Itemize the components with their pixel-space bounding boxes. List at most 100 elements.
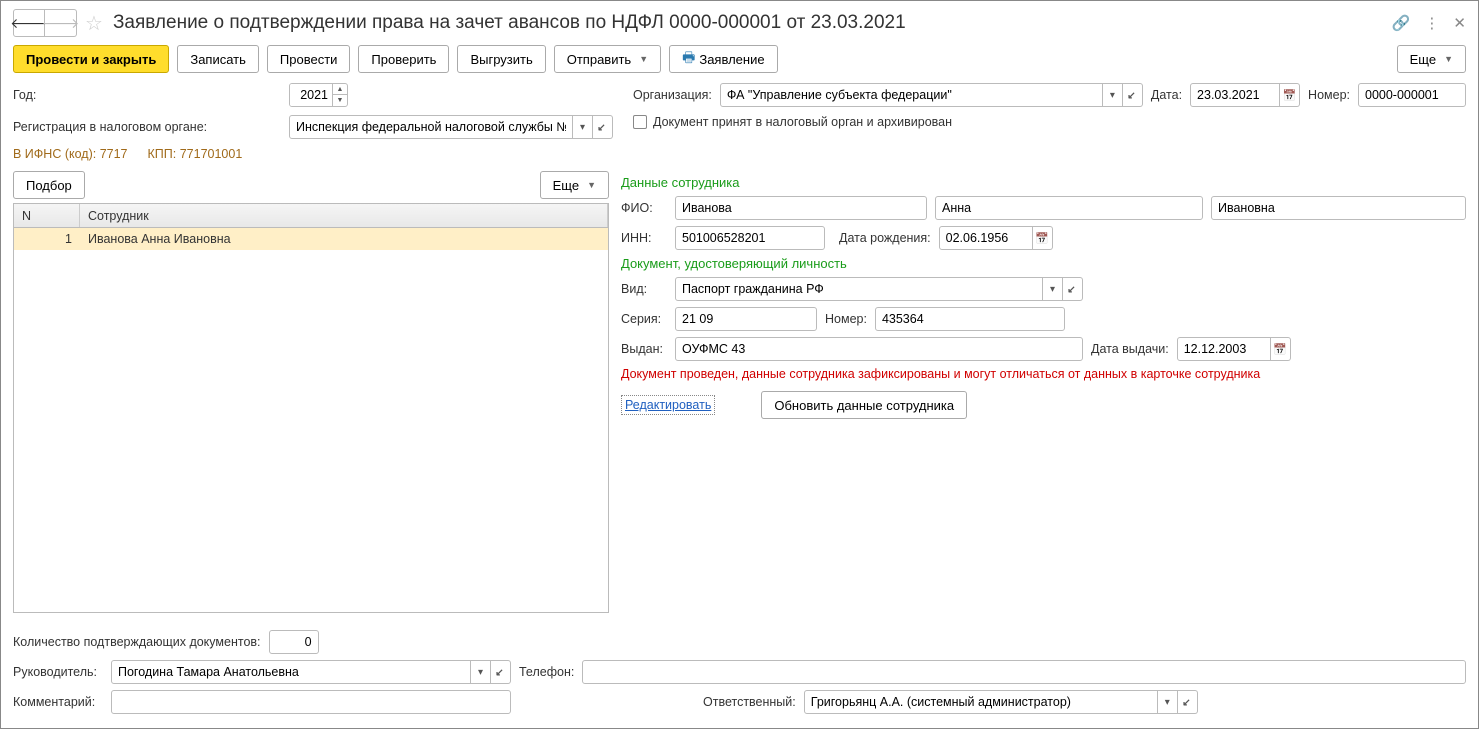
fio-label: ФИО: <box>621 201 667 215</box>
export-button[interactable]: Выгрузить <box>457 45 545 73</box>
col-n-header[interactable]: N <box>14 204 80 227</box>
comment-input[interactable] <box>111 690 511 714</box>
dropdown-icon[interactable]: ▾ <box>1158 690 1178 714</box>
doc-number-label: Номер: <box>825 312 867 326</box>
col-employee-header[interactable]: Сотрудник <box>80 204 608 227</box>
kebab-menu-icon[interactable]: ⋮ <box>1424 14 1439 32</box>
number-label: Номер: <box>1308 88 1350 102</box>
more-button[interactable]: Еще ▼ <box>1397 45 1466 73</box>
open-icon[interactable] <box>593 115 613 139</box>
post-button[interactable]: Провести <box>267 45 351 73</box>
employee-section-title: Данные сотрудника <box>621 175 1466 190</box>
responsible-input[interactable] <box>804 690 1158 714</box>
firstname-input[interactable] <box>935 196 1203 220</box>
archived-label: Документ принят в налоговый орган и архи… <box>653 115 952 129</box>
edit-link[interactable]: Редактировать <box>621 395 715 415</box>
chevron-down-icon: ▼ <box>1444 54 1453 64</box>
year-input[interactable] <box>290 84 332 106</box>
open-icon[interactable] <box>1123 83 1143 107</box>
more-small-label: Еще <box>553 178 579 193</box>
doc-count-label: Количество подтверждающих документов: <box>13 635 261 649</box>
birth-input[interactable] <box>939 226 1033 250</box>
doc-type-input[interactable] <box>675 277 1043 301</box>
calendar-icon[interactable] <box>1033 226 1053 250</box>
dropdown-icon[interactable]: ▾ <box>573 115 593 139</box>
more-small-button[interactable]: Еще ▼ <box>540 171 609 199</box>
doc-issue-date-input[interactable] <box>1177 337 1271 361</box>
doc-count-input[interactable] <box>269 630 319 654</box>
check-button[interactable]: Проверить <box>358 45 449 73</box>
nav-back-button[interactable]: 🡐 <box>13 9 45 37</box>
phone-label: Телефон: <box>519 665 574 679</box>
send-button-label: Отправить <box>567 52 631 67</box>
document-section-title: Документ, удостоверяющий личность <box>621 256 1466 271</box>
printer-icon: 🖶 <box>682 47 695 71</box>
year-spinner[interactable]: ▲▼ <box>289 83 348 107</box>
table-row[interactable]: 1 Иванова Анна Ивановна <box>14 228 608 250</box>
send-button[interactable]: Отправить ▼ <box>554 45 661 73</box>
manager-label: Руководитель: <box>13 665 103 679</box>
dropdown-icon[interactable]: ▾ <box>1043 277 1063 301</box>
manager-input[interactable] <box>111 660 471 684</box>
year-label: Год: <box>13 88 281 102</box>
doc-type-label: Вид: <box>621 282 667 296</box>
nav-forward-button[interactable]: 🡒 <box>45 9 77 37</box>
cell-employee: Иванова Анна Ивановна <box>80 228 608 250</box>
doc-series-input[interactable] <box>675 307 817 331</box>
page-title: Заявление о подтверждении права на зачет… <box>113 12 1386 34</box>
table-header: N Сотрудник <box>14 204 608 228</box>
birth-label: Дата рождения: <box>839 231 931 245</box>
lastname-input[interactable] <box>675 196 927 220</box>
dropdown-icon[interactable]: ▾ <box>1103 83 1123 107</box>
close-icon[interactable]: ✕ <box>1453 14 1466 32</box>
calendar-icon[interactable] <box>1271 337 1291 361</box>
footer: Количество подтверждающих документов: Ру… <box>13 630 1466 720</box>
registration-label: Регистрация в налоговом органе: <box>13 120 281 134</box>
phone-input[interactable] <box>582 660 1466 684</box>
organization-input[interactable] <box>720 83 1103 107</box>
archived-checkbox[interactable] <box>633 115 647 129</box>
warning-text: Документ проведен, данные сотрудника заф… <box>621 367 1466 381</box>
organization-label: Организация: <box>633 88 712 102</box>
comment-label: Комментарий: <box>13 695 103 709</box>
doc-issue-date-label: Дата выдачи: <box>1091 342 1169 356</box>
registration-input[interactable] <box>289 115 573 139</box>
patronymic-input[interactable] <box>1211 196 1466 220</box>
cell-n: 1 <box>14 228 80 250</box>
save-button[interactable]: Записать <box>177 45 259 73</box>
doc-number-input[interactable] <box>875 307 1065 331</box>
date-input[interactable] <box>1190 83 1280 107</box>
open-icon[interactable] <box>1178 690 1198 714</box>
select-button[interactable]: Подбор <box>13 171 85 199</box>
open-icon[interactable] <box>491 660 511 684</box>
inn-input[interactable] <box>675 226 825 250</box>
doc-issued-by-input[interactable] <box>675 337 1083 361</box>
doc-issued-by-label: Выдан: <box>621 342 667 356</box>
chevron-down-icon: ▼ <box>587 180 596 190</box>
post-and-close-button[interactable]: Провести и закрыть <box>13 45 169 73</box>
chevron-down-icon: ▼ <box>639 54 648 64</box>
employees-table[interactable]: N Сотрудник 1 Иванова Анна Ивановна <box>13 203 609 613</box>
responsible-label: Ответственный: <box>703 695 796 709</box>
titlebar: 🡐 🡒 ☆ Заявление о подтверждении права на… <box>13 9 1466 37</box>
favorite-star-icon[interactable]: ☆ <box>85 11 103 36</box>
application-button-label: Заявление <box>699 52 764 67</box>
more-button-label: Еще <box>1410 52 1436 67</box>
date-label: Дата: <box>1151 88 1182 102</box>
spin-down-icon[interactable]: ▼ <box>333 95 347 106</box>
kpp-label: КПП: <box>148 147 177 161</box>
refresh-employee-button[interactable]: Обновить данные сотрудника <box>761 391 967 419</box>
application-button[interactable]: 🖶 Заявление <box>669 45 777 73</box>
ifns-code-value: 7717 <box>100 147 128 161</box>
kpp-value: 771701001 <box>180 147 243 161</box>
ifns-code-label: В ИФНС (код): <box>13 147 96 161</box>
inn-label: ИНН: <box>621 231 667 245</box>
open-icon[interactable] <box>1063 277 1083 301</box>
link-icon[interactable]: 🔗 <box>1392 14 1411 32</box>
ifns-info: В ИФНС (код): 7717 КПП: 771701001 <box>13 147 613 161</box>
dropdown-icon[interactable]: ▾ <box>471 660 491 684</box>
number-input[interactable] <box>1358 83 1466 107</box>
calendar-icon[interactable] <box>1280 83 1300 107</box>
doc-series-label: Серия: <box>621 312 667 326</box>
spin-up-icon[interactable]: ▲ <box>333 84 347 95</box>
